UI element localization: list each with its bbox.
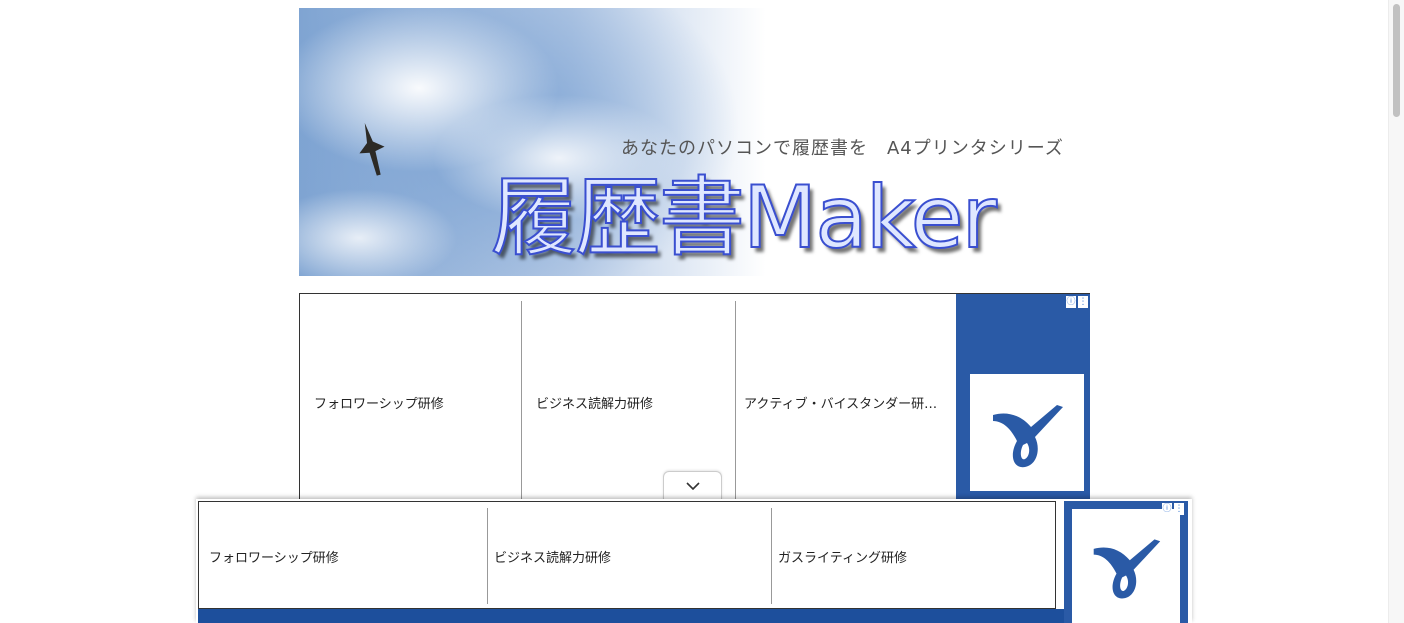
ad-link-active-bystander[interactable]: アクティブ・バイスタンダー研… [735,301,953,504]
anchor-ad-link-business-reading[interactable]: ビジネス読解力研修 [487,508,771,604]
ad-menu-icon[interactable]: ⋮ [1078,296,1088,308]
advertiser-logo-panel[interactable]: ⓘ ⋮ [956,294,1090,503]
anchor-advertiser-logo-panel[interactable]: ⓘ ⋮ [1064,501,1188,623]
advertiser-logo-icon [1093,539,1161,599]
anchor-ad-unit[interactable]: フォロワーシップ研修 ビジネス読解力研修 ガスライティング研修 ⓘ ⋮ [196,499,1192,623]
site-banner[interactable]: あなたのパソコンで履歴書を A4プリンタシリーズ 履歴書Maker [299,8,1077,276]
anchor-ad-link-followership[interactable]: フォロワーシップ研修 [209,508,487,604]
bird-icon [359,122,385,176]
advertiser-logo[interactable] [970,374,1084,491]
page-scrollbar[interactable] [1388,0,1404,623]
anchor-ad-links: フォロワーシップ研修 ビジネス読解力研修 ガスライティング研修 [198,501,1056,609]
advertiser-logo-icon [993,404,1063,467]
ad-link-followership[interactable]: フォロワーシップ研修 [300,301,521,504]
collapse-anchor-ad-button[interactable] [663,471,722,500]
anchor-ad-bottom-bar [198,609,1188,623]
ad-info-icon[interactable]: ⓘ [1066,296,1076,308]
chevron-down-icon [685,482,700,490]
banner-brand-logo: 履歴書Maker [490,167,998,269]
anchor-ad-menu-icon[interactable]: ⋮ [1174,503,1184,515]
anchor-ad-link-gaslighting[interactable]: ガスライティング研修 [771,508,1051,604]
banner-tagline: あなたのパソコンで履歴書を A4プリンタシリーズ [621,138,1064,159]
anchor-advertiser-logo[interactable] [1072,509,1180,623]
scrollbar-thumb[interactable] [1393,4,1400,117]
anchor-ad-info-icon[interactable]: ⓘ [1162,503,1172,515]
